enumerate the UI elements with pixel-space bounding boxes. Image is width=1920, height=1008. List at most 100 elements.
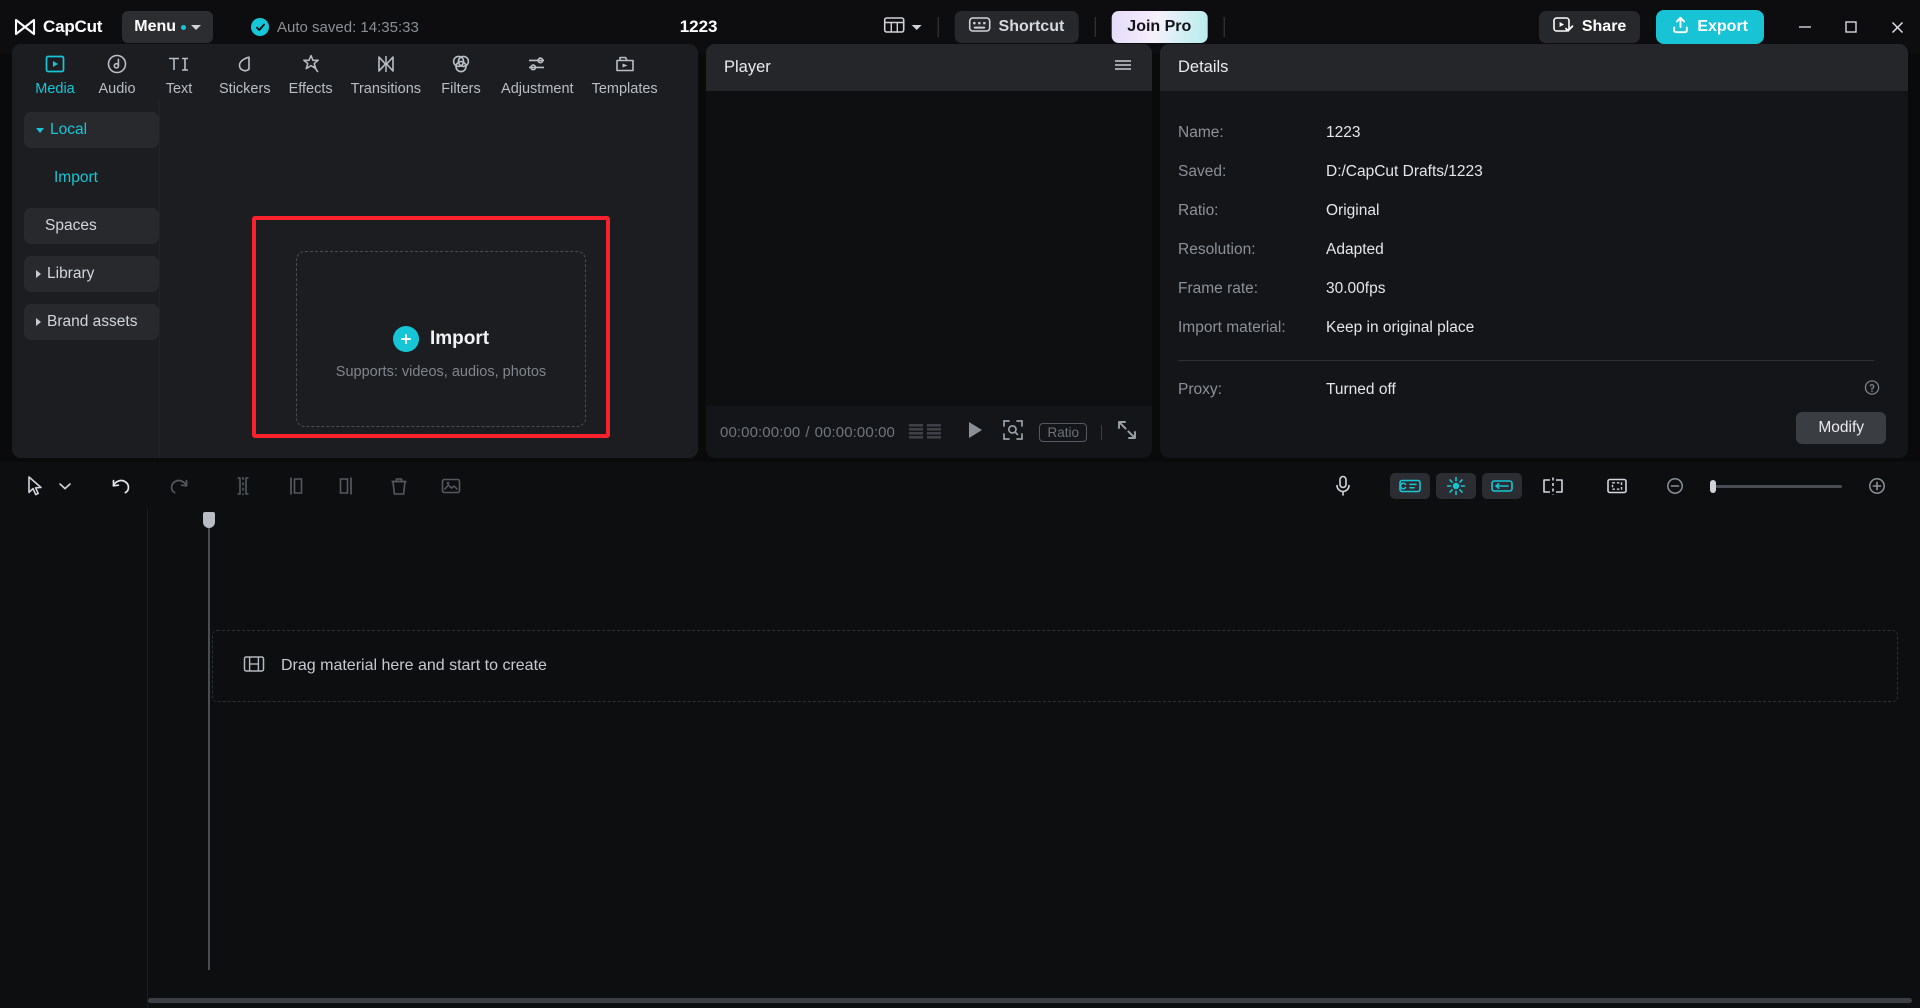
- tab-adjustment-label: Adjustment: [501, 81, 574, 97]
- transitions-bowtie-icon: [374, 50, 398, 78]
- tab-transitions[interactable]: Transitions: [342, 50, 430, 97]
- trash-icon[interactable]: [380, 467, 418, 505]
- capcut-window: CapCut Menu Auto saved: 14:35:33 1223 Sh…: [0, 0, 1920, 1008]
- divider: [1101, 424, 1102, 440]
- zoom-out-icon[interactable]: [1656, 467, 1694, 505]
- tab-stickers[interactable]: Stickers: [210, 50, 280, 97]
- zoom-in-icon[interactable]: [1858, 467, 1896, 505]
- sidebar-item-local[interactable]: Local: [24, 112, 159, 148]
- timeline-toolbar: [0, 462, 1920, 510]
- player-current-time: 00:00:00:00: [720, 423, 801, 441]
- undo-icon[interactable]: [102, 467, 140, 505]
- frame-grid-icon[interactable]: [908, 422, 943, 442]
- timeline-right-tools: [1324, 467, 1904, 505]
- reframe-icon[interactable]: [1436, 473, 1476, 499]
- play-icon[interactable]: [965, 419, 985, 446]
- autosave-text: Auto saved: 14:35:33: [277, 18, 419, 36]
- chevron-down-icon: [36, 127, 44, 133]
- details-title: Details: [1178, 58, 1229, 76]
- tab-media[interactable]: Media: [24, 50, 86, 97]
- cursor-arrow-icon[interactable]: [16, 467, 54, 505]
- tab-filters-label: Filters: [441, 81, 481, 97]
- crop-icon[interactable]: [1598, 467, 1636, 505]
- media-play-icon: [43, 50, 67, 78]
- split-icon[interactable]: [224, 467, 262, 505]
- app-logo-text: CapCut: [43, 17, 103, 36]
- sidebar-item-brand-assets-label: Brand assets: [47, 313, 138, 330]
- details-panel: Details Name: 1223 Saved: D:/CapCut Draf…: [1160, 44, 1908, 458]
- check-circle-icon: [251, 18, 270, 36]
- player-title: Player: [724, 58, 771, 76]
- timeline-horizontal-scrollbar[interactable]: [148, 998, 1912, 1003]
- import-supports-text: Supports: videos, audios, photos: [335, 364, 547, 380]
- tab-audio[interactable]: Audio: [86, 50, 148, 97]
- film-strip-icon: [243, 654, 265, 679]
- import-button[interactable]: Import: [392, 326, 489, 352]
- tab-audio-label: Audio: [98, 81, 136, 97]
- select-dropdown-chevron-down-icon[interactable]: [54, 467, 76, 505]
- ratio-button[interactable]: Ratio: [1039, 422, 1087, 442]
- link-icon[interactable]: [1482, 473, 1522, 499]
- details-label-ratio: Ratio:: [1178, 201, 1219, 219]
- divider: [1223, 17, 1225, 37]
- playhead-handle[interactable]: [203, 512, 215, 528]
- tab-filters[interactable]: Filters: [430, 50, 492, 97]
- modify-button[interactable]: Modify: [1796, 412, 1886, 444]
- timeline-canvas[interactable]: Drag material here and start to create: [0, 510, 1920, 1008]
- tab-adjustment[interactable]: Adjustment: [492, 50, 583, 97]
- player-canvas[interactable]: [706, 91, 1152, 406]
- panel-tabbar: Media Audio Text Stickers Effects Transi…: [12, 44, 698, 100]
- timeline-track-gutter: [0, 510, 148, 1008]
- player-right-controls: Ratio: [1001, 418, 1138, 447]
- sidebar-item-spaces[interactable]: Spaces: [24, 208, 159, 244]
- trim-right-icon[interactable]: [328, 467, 366, 505]
- playhead[interactable]: [203, 512, 215, 970]
- mirror-icon[interactable]: [1534, 467, 1572, 505]
- sidebar-item-library[interactable]: Library: [24, 256, 159, 292]
- export-button[interactable]: Export: [1656, 10, 1764, 44]
- help-circle-icon[interactable]: [1864, 379, 1880, 400]
- details-row-name: Name: 1223: [1178, 113, 1886, 152]
- details-label-frame-rate: Frame rate:: [1178, 279, 1259, 297]
- details-row-saved: Saved: D:/CapCut Drafts/1223: [1178, 152, 1886, 191]
- export-label: Export: [1697, 18, 1748, 35]
- tab-media-label: Media: [35, 81, 75, 97]
- menu-button[interactable]: Menu: [122, 11, 214, 43]
- details-value-saved: D:/CapCut Drafts/1223: [1326, 162, 1483, 180]
- details-row-import-material: Import material: Keep in original place: [1178, 308, 1886, 347]
- freeze-frame-icon[interactable]: [432, 467, 470, 505]
- hamburger-menu-icon[interactable]: [1112, 57, 1134, 78]
- tab-effects[interactable]: Effects: [280, 50, 342, 97]
- shortcut-button[interactable]: Shortcut: [954, 11, 1079, 43]
- tab-templates[interactable]: Templates: [583, 50, 667, 97]
- sidebar-item-brand-assets[interactable]: Brand assets: [24, 304, 159, 340]
- fullscreen-icon[interactable]: [1116, 419, 1138, 446]
- timeline-empty-track[interactable]: Drag material here and start to create: [212, 630, 1898, 702]
- join-pro-button[interactable]: Join Pro: [1111, 11, 1208, 43]
- capcut-logo-icon: [14, 17, 36, 37]
- details-value-ratio: Original: [1326, 201, 1380, 219]
- tab-text[interactable]: Text: [148, 50, 210, 97]
- tab-templates-label: Templates: [591, 81, 658, 97]
- share-video-icon: [1553, 16, 1574, 38]
- timeline-drop-hint: Drag material here and start to create: [213, 631, 1897, 701]
- zoom-slider-handle[interactable]: [1710, 479, 1716, 493]
- import-dropzone[interactable]: Import Supports: videos, audios, photos: [296, 251, 586, 427]
- sidebar-item-import[interactable]: Import: [24, 160, 159, 196]
- import-highlight-box: Import Supports: videos, audios, photos: [252, 216, 610, 438]
- chevron-right-icon: [36, 318, 41, 326]
- player-header: Player: [706, 44, 1152, 91]
- share-button[interactable]: Share: [1538, 11, 1641, 43]
- trim-left-icon[interactable]: [276, 467, 314, 505]
- caption-icon[interactable]: [1390, 473, 1430, 499]
- zoom-slider[interactable]: [1710, 479, 1842, 493]
- timeline-scrollbar-thumb[interactable]: [148, 998, 1912, 1003]
- details-label-name: Name:: [1178, 123, 1224, 141]
- media-sidebar: Local Import Spaces Library Brand assets: [12, 100, 159, 458]
- app-logo: CapCut: [14, 17, 102, 37]
- media-panel-body: Local Import Spaces Library Brand assets: [12, 100, 698, 458]
- redo-icon[interactable]: [160, 467, 198, 505]
- layout-button[interactable]: [883, 16, 922, 39]
- zoom-fit-icon[interactable]: [1001, 418, 1025, 447]
- microphone-icon[interactable]: [1324, 467, 1362, 505]
